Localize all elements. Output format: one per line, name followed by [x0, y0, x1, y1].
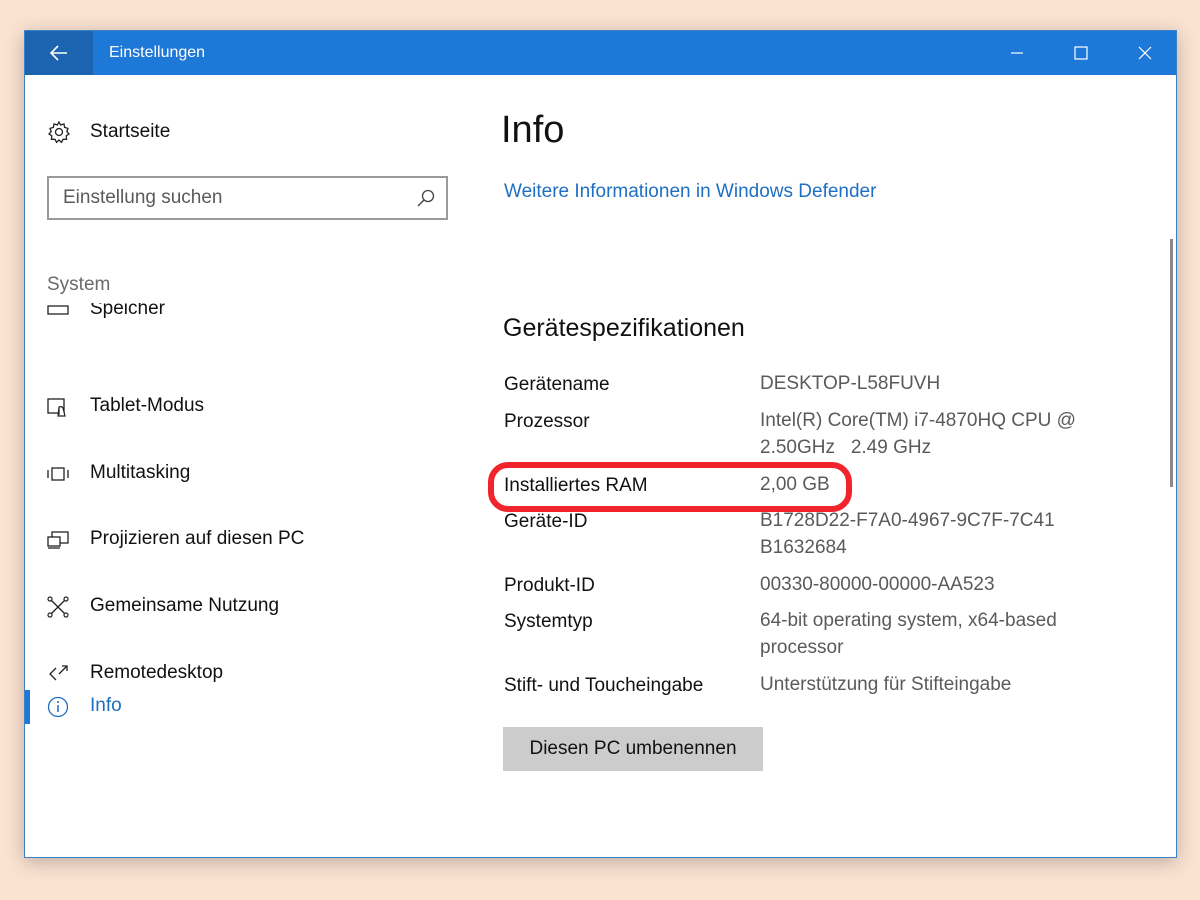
page-title: Info	[501, 109, 565, 151]
sidebar-item-multitasking[interactable]: Multitasking	[25, 453, 465, 493]
maximize-icon	[1074, 46, 1088, 60]
spec-value: Unterstützung für Stifteingabe	[760, 674, 1012, 695]
settings-window: Einstellungen Startseite Einstellung suc…	[24, 30, 1177, 858]
window-title: Einstellungen	[109, 44, 206, 61]
spec-value: B1728D22-F7A0-4967-9C7F-7C41B1632684	[760, 510, 1055, 558]
active-indicator	[25, 690, 30, 724]
spec-value: 64-bit operating system, x64-based proce…	[760, 610, 1057, 658]
spec-label: Prozessor	[504, 411, 590, 432]
title-bar: Einstellungen	[25, 31, 1176, 75]
spec-value: 00330-80000-00000-AA523	[760, 574, 995, 595]
sidebar-item-project[interactable]: Projizieren auf diesen PC	[25, 519, 465, 559]
sidebar-item-label: Projizieren auf diesen PC	[90, 528, 305, 549]
search-box	[47, 176, 448, 220]
close-button[interactable]	[1113, 31, 1176, 75]
sidebar-item-label: Gemeinsame Nutzung	[90, 595, 280, 616]
remote-desktop-icon	[46, 662, 70, 686]
shared-experiences-icon	[46, 595, 70, 619]
spec-label: Produkt-ID	[504, 575, 595, 596]
sidebar-item-shared-experiences[interactable]: Gemeinsame Nutzung	[25, 586, 465, 626]
device-specs-heading: Gerätespezifikationen	[503, 314, 745, 342]
minimize-button[interactable]	[985, 31, 1049, 75]
search-icon	[417, 189, 435, 207]
back-button[interactable]	[25, 31, 93, 75]
sidebar-item-label: Tablet-Modus	[90, 395, 205, 416]
sidebar-home-label: Startseite	[90, 121, 171, 142]
sidebar-section-label: System	[47, 274, 111, 295]
spec-value: Intel(R) Core(TM) i7-4870HQ CPU @ 2.50GH…	[760, 410, 1082, 458]
minimize-icon	[1011, 52, 1023, 54]
sidebar-item-label: Multitasking	[90, 462, 191, 483]
storage-icon	[46, 303, 70, 322]
tablet-mode-icon	[46, 395, 70, 419]
spec-label: Stift- und Toucheingabe	[504, 675, 704, 696]
windows-defender-link[interactable]: Weitere Informationen in Windows Defende…	[504, 181, 876, 203]
sidebar-item-tablet-mode[interactable]: Tablet-Modus	[25, 386, 465, 426]
spec-label: Gerätename	[504, 374, 610, 395]
sidebar-item-info[interactable]: Info	[25, 686, 465, 726]
close-icon	[1138, 46, 1152, 60]
gear-icon	[47, 120, 71, 144]
search-icon-button[interactable]	[416, 188, 436, 208]
sidebar-item-storage[interactable]: Speicher	[25, 303, 465, 329]
spec-label: Systemtyp	[504, 611, 593, 632]
info-icon	[46, 695, 70, 719]
sidebar-item-label: Remotedesktop	[90, 662, 224, 683]
maximize-button[interactable]	[1049, 31, 1113, 75]
sidebar-item-label: Info	[90, 695, 122, 716]
spec-value: DESKTOP-L58FUVH	[760, 373, 941, 394]
sidebar-home[interactable]: Startseite	[47, 119, 170, 145]
sidebar-nav: Speicher Tablet-Modus Multitasking Proji…	[25, 303, 465, 723]
scrollbar-thumb[interactable]	[1170, 239, 1173, 487]
ram-highlight-annotation	[488, 462, 852, 512]
rename-pc-button[interactable]: Diesen PC umbenennen	[503, 727, 763, 771]
spec-label: Geräte-ID	[504, 511, 588, 532]
multitasking-icon	[46, 462, 70, 486]
search-input[interactable]	[63, 178, 403, 218]
back-arrow-icon	[50, 45, 67, 61]
sidebar-item-label: Speicher	[90, 303, 165, 319]
project-icon	[46, 528, 70, 552]
